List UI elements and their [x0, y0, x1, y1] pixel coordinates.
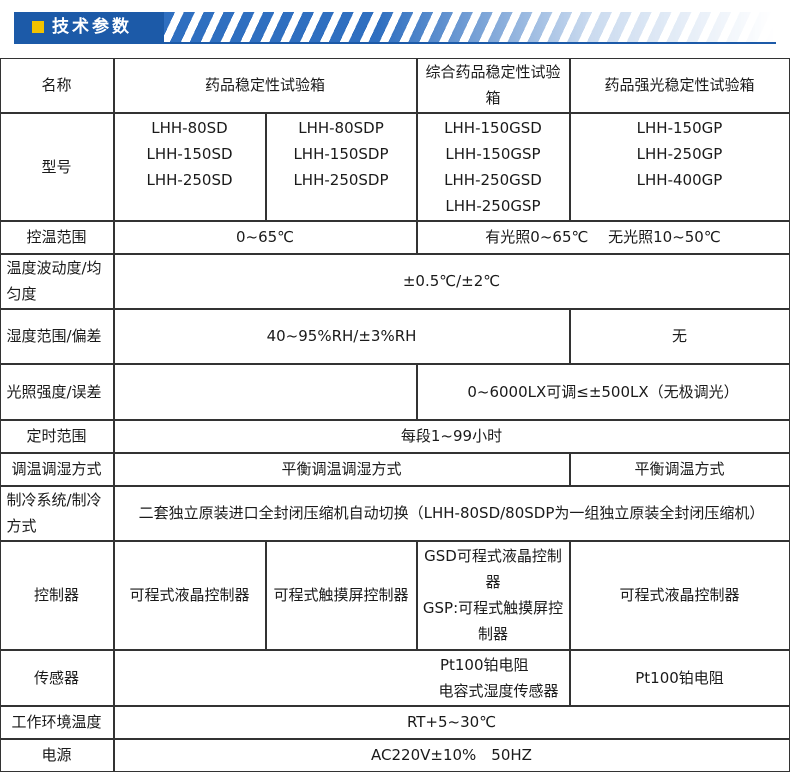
model-item: LHH-150GSD: [444, 118, 542, 137]
spec-table: 名称 药品稳定性试验箱 综合药品稳定性试验箱 药品强光稳定性试验箱 型号 LHH…: [0, 57, 790, 772]
model-item: LHH-150GP: [636, 118, 723, 137]
power-value-cell: AC220V±10% 50HZ: [113, 738, 790, 772]
section-title: 技术参数: [52, 17, 132, 37]
sensor-ab2: 电容式湿度传感器: [438, 681, 559, 700]
temp-range-label: 控温范围: [26, 228, 87, 246]
humidity-label-cell: 湿度范围/偏差: [0, 308, 114, 364]
light-bc-cell: 0~6000LX可调≤±500LX（无极调光）: [416, 363, 790, 420]
controller-a2-cell: 可程式触摸屏控制器: [265, 540, 417, 650]
header-col-a-label: 药品稳定性试验箱: [204, 76, 325, 94]
light-label-cell: 光照强度/误差: [0, 363, 114, 420]
ambient-value: RT+5~30℃: [406, 713, 497, 731]
model-item: LHH-250GSP: [445, 196, 541, 215]
humidity-c-cell: 无: [569, 308, 790, 364]
model-item: LHH-80SDP: [298, 118, 384, 137]
adjust-c: 平衡调温方式: [634, 460, 725, 478]
controller-b-cell: GSD可程式液晶控制器 GSP:可程式触摸屏控制器: [416, 540, 570, 650]
cooling-label: 制冷系统/制冷方式: [6, 491, 102, 535]
model-item: LHH-400GP: [636, 170, 723, 189]
header-name-label: 名称: [41, 76, 72, 94]
ambient-label: 工作环境温度: [11, 713, 102, 731]
header-col-c-label: 药品强光稳定性试验箱: [604, 76, 755, 94]
header-col-b-label: 综合药品稳定性试验箱: [425, 63, 561, 107]
model-b-cell: LHH-150GSD LHH-150GSP LHH-250GSD LHH-250…: [416, 112, 570, 221]
model-label-cell: 型号: [0, 112, 114, 221]
humidity-ab: 40~95%RH/±3%RH: [266, 327, 417, 345]
timer-value: 每段1~99小时: [400, 427, 503, 445]
timer-label-cell: 定时范围: [0, 419, 114, 453]
temp-fluct-value: ±0.5℃/±2℃: [402, 272, 501, 290]
model-item: LHH-250SDP: [293, 170, 389, 189]
controller-label: 控制器: [33, 586, 79, 604]
timer-value-cell: 每段1~99小时: [113, 419, 790, 453]
temp-range-bc: 有光照0~65℃ 无光照10~50℃: [485, 228, 721, 246]
adjust-ab: 平衡调温调湿方式: [281, 460, 402, 478]
banner-square-icon: [32, 21, 44, 33]
sensor-label-cell: 传感器: [0, 649, 114, 706]
temp-fluct-value-cell: ±0.5℃/±2℃: [113, 253, 790, 309]
model-item: LHH-80SD: [151, 118, 228, 137]
controller-a1: 可程式液晶控制器: [129, 586, 250, 604]
model-a2-cell: LHH-80SDP LHH-150SDP LHH-250SDP: [265, 112, 417, 221]
power-label-cell: 电源: [0, 738, 114, 772]
sensor-c: Pt100铂电阻: [635, 668, 724, 687]
controller-label-cell: 控制器: [0, 540, 114, 650]
light-bc: 0~6000LX可调≤±500LX（无极调光）: [467, 382, 739, 401]
adjust-label: 调温调湿方式: [11, 460, 102, 478]
temp-range-bc-cell: 有光照0~65℃ 无光照10~50℃: [416, 220, 790, 254]
model-a1-cell: LHH-80SD LHH-150SD LHH-250SD: [113, 112, 266, 221]
ambient-label-cell: 工作环境温度: [0, 705, 114, 739]
humidity-ab-cell: 40~95%RH/±3%RH: [113, 308, 570, 364]
sensor-c-cell: Pt100铂电阻: [569, 649, 790, 706]
banner-underline: [14, 42, 776, 44]
cooling-value: 二套独立原装进口全封闭压缩机自动切换（LHH-80SD/80SDP为一组独立原装…: [138, 504, 765, 522]
header-col-b: 综合药品稳定性试验箱: [416, 57, 570, 113]
banner-stripes: [164, 12, 774, 42]
cooling-value-cell: 二套独立原装进口全封闭压缩机自动切换（LHH-80SD/80SDP为一组独立原装…: [113, 485, 790, 541]
light-a-cell: [113, 363, 417, 420]
sensor-label: 传感器: [33, 668, 79, 687]
model-item: LHH-150SD: [146, 144, 233, 163]
temp-range-a: 0~65℃: [235, 228, 295, 246]
controller-c-cell: 可程式液晶控制器: [569, 540, 790, 650]
timer-label: 定时范围: [26, 427, 87, 445]
controller-b2: GSP:可程式触摸屏控制器: [422, 599, 564, 643]
ambient-value-cell: RT+5~30℃: [113, 705, 790, 739]
model-c-cell: LHH-150GP LHH-250GP LHH-400GP: [569, 112, 790, 221]
header-name-cell: 名称: [0, 57, 114, 113]
sensor-ab1: Pt100铂电阻: [439, 655, 529, 674]
controller-a1-cell: 可程式液晶控制器: [113, 540, 266, 650]
power-value: AC220V±10% 50HZ: [371, 746, 532, 764]
humidity-label: 湿度范围/偏差: [6, 327, 102, 345]
sensor-ab-cell: Pt100铂电阻 电容式湿度传感器: [113, 649, 570, 706]
model-item: LHH-150GSP: [445, 144, 541, 163]
model-label: 型号: [41, 157, 72, 176]
adjust-label-cell: 调温调湿方式: [0, 452, 114, 486]
controller-a2: 可程式触摸屏控制器: [273, 586, 409, 604]
model-item: LHH-250GP: [636, 144, 723, 163]
light-label: 光照强度/误差: [6, 382, 102, 401]
controller-c: 可程式液晶控制器: [619, 586, 740, 604]
controller-b1: GSD可程式液晶控制器: [424, 547, 562, 591]
model-item: LHH-250GSD: [444, 170, 542, 189]
temp-fluct-label-cell: 温度波动度/均匀度: [0, 253, 114, 309]
adjust-c-cell: 平衡调温方式: [569, 452, 790, 486]
header-col-c: 药品强光稳定性试验箱: [569, 57, 790, 113]
model-item: LHH-150SDP: [293, 144, 389, 163]
power-label: 电源: [41, 746, 72, 764]
cooling-label-cell: 制冷系统/制冷方式: [0, 485, 114, 541]
adjust-ab-cell: 平衡调温调湿方式: [113, 452, 570, 486]
temp-range-a-cell: 0~65℃: [113, 220, 417, 254]
model-item: LHH-250SD: [146, 170, 233, 189]
temp-range-label-cell: 控温范围: [0, 220, 114, 254]
temp-fluct-label: 温度波动度/均匀度: [6, 259, 102, 303]
section-banner: 技术参数: [14, 12, 774, 42]
humidity-c: 无: [671, 327, 687, 345]
header-col-a: 药品稳定性试验箱: [113, 57, 417, 113]
